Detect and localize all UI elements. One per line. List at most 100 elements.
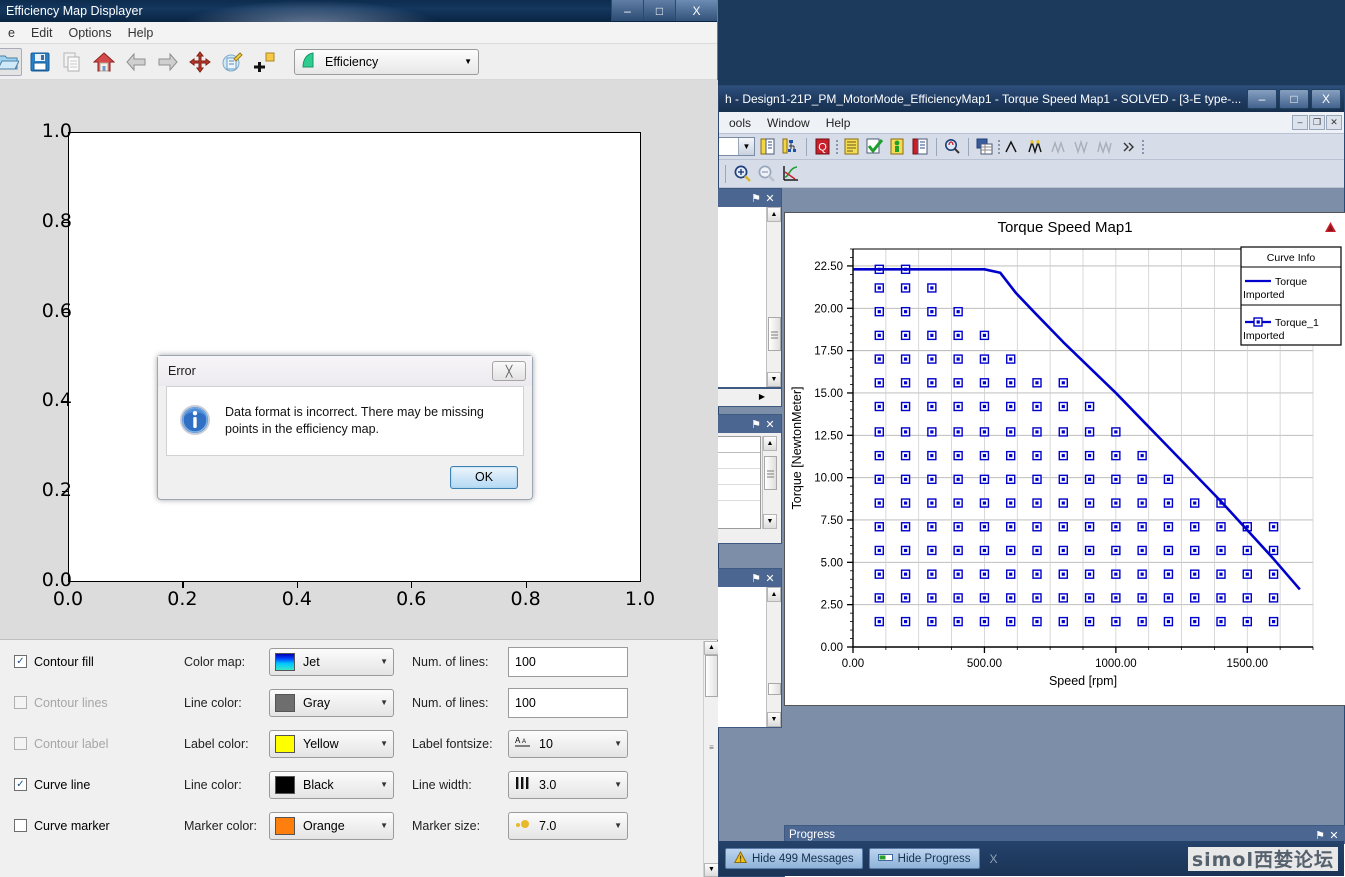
home-icon[interactable]: [90, 48, 118, 76]
scroll-up-icon[interactable]: ▲: [767, 587, 781, 602]
message-manager-vscrollbar[interactable]: ▲ ▼: [766, 587, 781, 727]
validate-check-icon[interactable]: [864, 136, 885, 157]
menu-help[interactable]: Help: [120, 24, 162, 42]
line-width-select[interactable]: 3.0 ▼: [508, 770, 628, 799]
chevron-down-icon: ▼: [614, 780, 622, 789]
checkbox-contour-fill[interactable]: ✓ Contour fill: [14, 655, 184, 669]
y-tick-label: 20.00: [814, 303, 843, 315]
color-select-jet[interactable]: Jet ▼: [269, 647, 394, 676]
scroll-track-marks: ≡: [709, 743, 714, 752]
multi-curve-icon[interactable]: [1026, 136, 1047, 157]
menu-window[interactable]: Window: [759, 114, 818, 132]
close-icon[interactable]: ✕: [763, 418, 777, 431]
eff-menubar: e Edit Options Help: [0, 22, 717, 44]
open-folder-icon[interactable]: [0, 47, 22, 76]
color-select-orange[interactable]: Orange ▼: [269, 811, 394, 840]
close-icon[interactable]: ╳: [492, 361, 526, 381]
menu-file[interactable]: e: [0, 24, 23, 42]
warning-icon[interactable]: [1324, 221, 1337, 237]
maxwell-maximize-button[interactable]: □: [1279, 89, 1309, 109]
scroll-right-icon[interactable]: ▶: [759, 392, 765, 401]
menu-edit[interactable]: Edit: [23, 24, 61, 42]
font-size-select[interactable]: A A 10 ▼: [508, 729, 628, 758]
zoom-in-icon[interactable]: [732, 163, 753, 184]
save-icon[interactable]: [26, 48, 54, 76]
eff-plot-ytick-mark: [62, 491, 68, 493]
data-point-center: [1219, 548, 1223, 553]
scroll-down-icon[interactable]: ▼: [767, 372, 781, 387]
field-overlay-icon[interactable]: [942, 136, 963, 157]
forward-arrow-icon[interactable]: [154, 48, 182, 76]
scroll-thumb[interactable]: [763, 456, 777, 490]
scroll-up-icon[interactable]: ▲: [763, 436, 777, 451]
close-icon[interactable]: ✕: [1327, 829, 1341, 842]
toolbar-grip[interactable]: [835, 138, 839, 156]
num-lines-input[interactable]: 100: [508, 687, 628, 718]
report-icon[interactable]: [910, 136, 931, 157]
quantity-select[interactable]: Efficiency ▼: [294, 48, 479, 75]
pin-icon[interactable]: ⚑: [749, 192, 763, 205]
back-arrow-icon[interactable]: [122, 48, 150, 76]
mdi-restore-button[interactable]: ❐: [1309, 115, 1325, 130]
settings-vscrollbar[interactable]: ▲ ≡ ▼: [703, 641, 718, 877]
menu-help[interactable]: Help: [818, 114, 859, 132]
scroll-down-icon[interactable]: ▼: [767, 712, 781, 727]
pan-move-icon[interactable]: [186, 48, 214, 76]
analysis-setup-icon[interactable]: [841, 136, 862, 157]
toolbar-grip[interactable]: [997, 138, 1001, 156]
checkbox-curve-marker[interactable]: Curve marker: [14, 819, 184, 833]
mdi-close-button[interactable]: ✕: [1326, 115, 1342, 130]
hide-progress-button[interactable]: Hide Progress: [868, 848, 980, 869]
scroll-thumb[interactable]: [767, 317, 781, 351]
scroll-down-icon[interactable]: ▼: [763, 514, 777, 529]
scroll-up-icon[interactable]: ▲: [767, 207, 781, 222]
right-field-label: Label fontsize:: [412, 736, 493, 751]
scroll-down-icon[interactable]: ▼: [704, 863, 718, 877]
toolbar-variation-combo[interactable]: ▼: [719, 137, 755, 156]
close-icon[interactable]: ✕: [763, 572, 777, 585]
menu-options[interactable]: Options: [61, 24, 120, 42]
properties-vscrollbar[interactable]: ▲ ▼: [762, 436, 777, 529]
edit-axes-icon[interactable]: [218, 48, 246, 76]
torque-speed-chart[interactable]: 0.00 2.50 5.00 7.50 10.00 12.50 15.00 17.50 20.0…: [785, 241, 1345, 707]
scroll-thumb[interactable]: [705, 655, 718, 697]
eff-minimize-button[interactable]: –: [611, 0, 643, 21]
data-point-center: [1035, 548, 1039, 553]
project-manager-vscrollbar[interactable]: ▲ ▼: [766, 207, 781, 387]
pin-icon[interactable]: ⚑: [749, 418, 763, 431]
toolbar-expand-icon[interactable]: [1118, 136, 1139, 157]
menu-tools[interactable]: ools: [721, 114, 759, 132]
scroll-up-icon[interactable]: ▲: [704, 641, 718, 655]
close-icon[interactable]: ✕: [763, 192, 777, 205]
data-point-center: [1009, 572, 1013, 576]
ok-button[interactable]: OK: [450, 465, 518, 489]
add-subplot-icon[interactable]: [250, 48, 278, 76]
data-point-center: [1140, 501, 1144, 505]
data-point-center: [1009, 430, 1013, 434]
optimetrics-icon[interactable]: Q: [812, 136, 833, 157]
network-tree-icon[interactable]: [780, 136, 801, 157]
x-tick-label: 1000.00: [1095, 658, 1137, 670]
scroll-thumb[interactable]: [767, 683, 781, 695]
checkbox-curve-line[interactable]: ✓ Curve line: [14, 778, 184, 792]
pin-icon[interactable]: ⚑: [749, 572, 763, 585]
num-lines-input[interactable]: 100: [508, 646, 628, 677]
pin-icon[interactable]: ⚑: [1313, 829, 1327, 842]
analyze-all-icon[interactable]: [887, 136, 908, 157]
color-select-black[interactable]: Black ▼: [269, 770, 394, 799]
mdi-minimize-button[interactable]: –: [1292, 115, 1308, 130]
single-curve-icon[interactable]: [1003, 136, 1024, 157]
color-select-gray[interactable]: Gray ▼: [269, 688, 394, 717]
eff-maximize-button[interactable]: □: [643, 0, 675, 21]
eff-close-button[interactable]: X: [675, 0, 717, 21]
maxwell-minimize-button[interactable]: –: [1247, 89, 1277, 109]
settings-row: Curve marker Marker color: Orange ▼ Marker s…: [0, 805, 718, 846]
results-table-icon[interactable]: [974, 136, 995, 157]
color-select-yellow[interactable]: Yellow ▼: [269, 729, 394, 758]
maxwell-close-button[interactable]: X: [1311, 89, 1341, 109]
toolbar-grip[interactable]: [1141, 138, 1145, 156]
fit-axes-icon[interactable]: [780, 163, 801, 184]
marker-size-select[interactable]: 7.0 ▼: [508, 811, 628, 840]
hide-messages-button[interactable]: Hide 499 Messages: [725, 848, 863, 869]
notes-icon[interactable]: [757, 136, 778, 157]
